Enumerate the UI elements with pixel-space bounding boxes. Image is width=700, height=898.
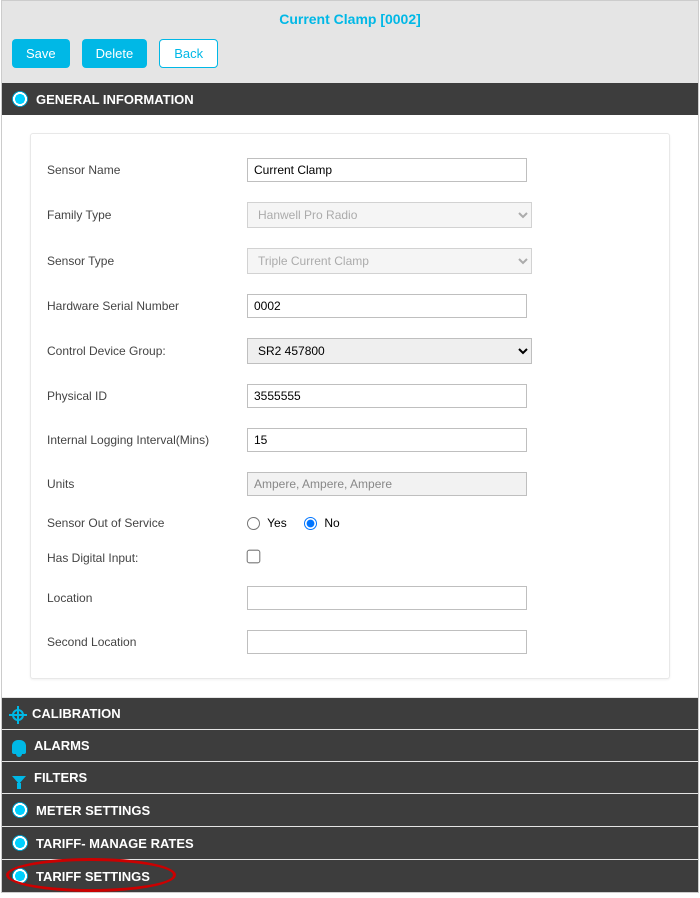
field-control-group: Control Device Group: SR2 457800	[47, 328, 653, 374]
input-second-location[interactable]	[247, 630, 527, 654]
section-label: TARIFF- MANAGE RATES	[36, 836, 194, 851]
radio-no-wrap[interactable]: No	[304, 516, 340, 530]
label-location: Location	[47, 591, 247, 605]
section-header-calibration[interactable]: CALIBRATION	[2, 697, 698, 729]
page-container: Current Clamp [0002] Save Delete Back GE…	[1, 0, 699, 893]
section-label: TARIFF SETTINGS	[36, 869, 150, 884]
form-card: Sensor Name Family Type Hanwell Pro Radi…	[30, 133, 670, 679]
label-family-type: Family Type	[47, 208, 247, 222]
label-out-of-service: Sensor Out of Service	[47, 516, 247, 530]
section-header-general[interactable]: GENERAL INFORMATION	[2, 82, 698, 115]
section-label: FILTERS	[34, 770, 87, 785]
field-second-location: Second Location	[47, 620, 653, 664]
radio-icon	[12, 91, 28, 107]
action-button-row: Save Delete Back	[2, 33, 698, 82]
label-sensor-name: Sensor Name	[47, 163, 247, 177]
label-units: Units	[47, 477, 247, 491]
back-button[interactable]: Back	[159, 39, 218, 68]
page-title: Current Clamp [0002]	[2, 1, 698, 33]
radio-icon	[12, 868, 28, 884]
field-hw-serial: Hardware Serial Number	[47, 284, 653, 328]
save-button[interactable]: Save	[12, 39, 70, 68]
section-label: GENERAL INFORMATION	[36, 92, 194, 107]
target-icon	[12, 709, 24, 721]
radio-yes-label: Yes	[267, 516, 287, 530]
section-header-alarms[interactable]: ALARMS	[2, 729, 698, 761]
radio-icon	[12, 802, 28, 818]
field-units: Units	[47, 462, 653, 506]
field-physical-id: Physical ID	[47, 374, 653, 418]
input-units	[247, 472, 527, 496]
radio-yes-wrap[interactable]: Yes	[247, 516, 290, 530]
section-label: ALARMS	[34, 738, 90, 753]
input-physical-id[interactable]	[247, 384, 527, 408]
label-has-digital: Has Digital Input:	[47, 551, 247, 565]
field-sensor-name: Sensor Name	[47, 148, 653, 192]
accordion: GENERAL INFORMATION Sensor Name Family T…	[2, 82, 698, 892]
field-location: Location	[47, 576, 653, 620]
section-label: METER SETTINGS	[36, 803, 150, 818]
label-second-location: Second Location	[47, 635, 247, 649]
section-body-general: Sensor Name Family Type Hanwell Pro Radi…	[2, 115, 698, 697]
input-location[interactable]	[247, 586, 527, 610]
field-log-interval: Internal Logging Interval(Mins)	[47, 418, 653, 462]
input-sensor-name[interactable]	[247, 158, 527, 182]
select-family-type[interactable]: Hanwell Pro Radio	[247, 202, 532, 228]
radio-yes[interactable]	[247, 517, 260, 530]
field-sensor-type: Sensor Type Triple Current Clamp	[47, 238, 653, 284]
radio-no-label: No	[324, 516, 339, 530]
label-log-interval: Internal Logging Interval(Mins)	[47, 433, 247, 447]
bell-icon	[12, 740, 26, 754]
section-header-tariff-settings[interactable]: TARIFF SETTINGS	[2, 859, 698, 892]
select-sensor-type[interactable]: Triple Current Clamp	[247, 248, 532, 274]
field-has-digital: Has Digital Input:	[47, 540, 653, 576]
input-hw-serial[interactable]	[247, 294, 527, 318]
radio-icon	[12, 835, 28, 851]
field-family-type: Family Type Hanwell Pro Radio	[47, 192, 653, 238]
funnel-icon	[12, 776, 26, 784]
field-out-of-service: Sensor Out of Service Yes No	[47, 506, 653, 540]
input-log-interval[interactable]	[247, 428, 527, 452]
section-label: CALIBRATION	[32, 706, 121, 721]
label-control-group: Control Device Group:	[47, 344, 247, 358]
label-physical-id: Physical ID	[47, 389, 247, 403]
delete-button[interactable]: Delete	[82, 39, 148, 68]
checkbox-has-digital[interactable]	[247, 550, 261, 564]
label-hw-serial: Hardware Serial Number	[47, 299, 247, 313]
section-header-filters[interactable]: FILTERS	[2, 761, 698, 793]
select-control-group[interactable]: SR2 457800	[247, 338, 532, 364]
section-header-meter[interactable]: METER SETTINGS	[2, 793, 698, 826]
section-header-tariff-rates[interactable]: TARIFF- MANAGE RATES	[2, 826, 698, 859]
label-sensor-type: Sensor Type	[47, 254, 247, 268]
radio-no[interactable]	[304, 517, 317, 530]
